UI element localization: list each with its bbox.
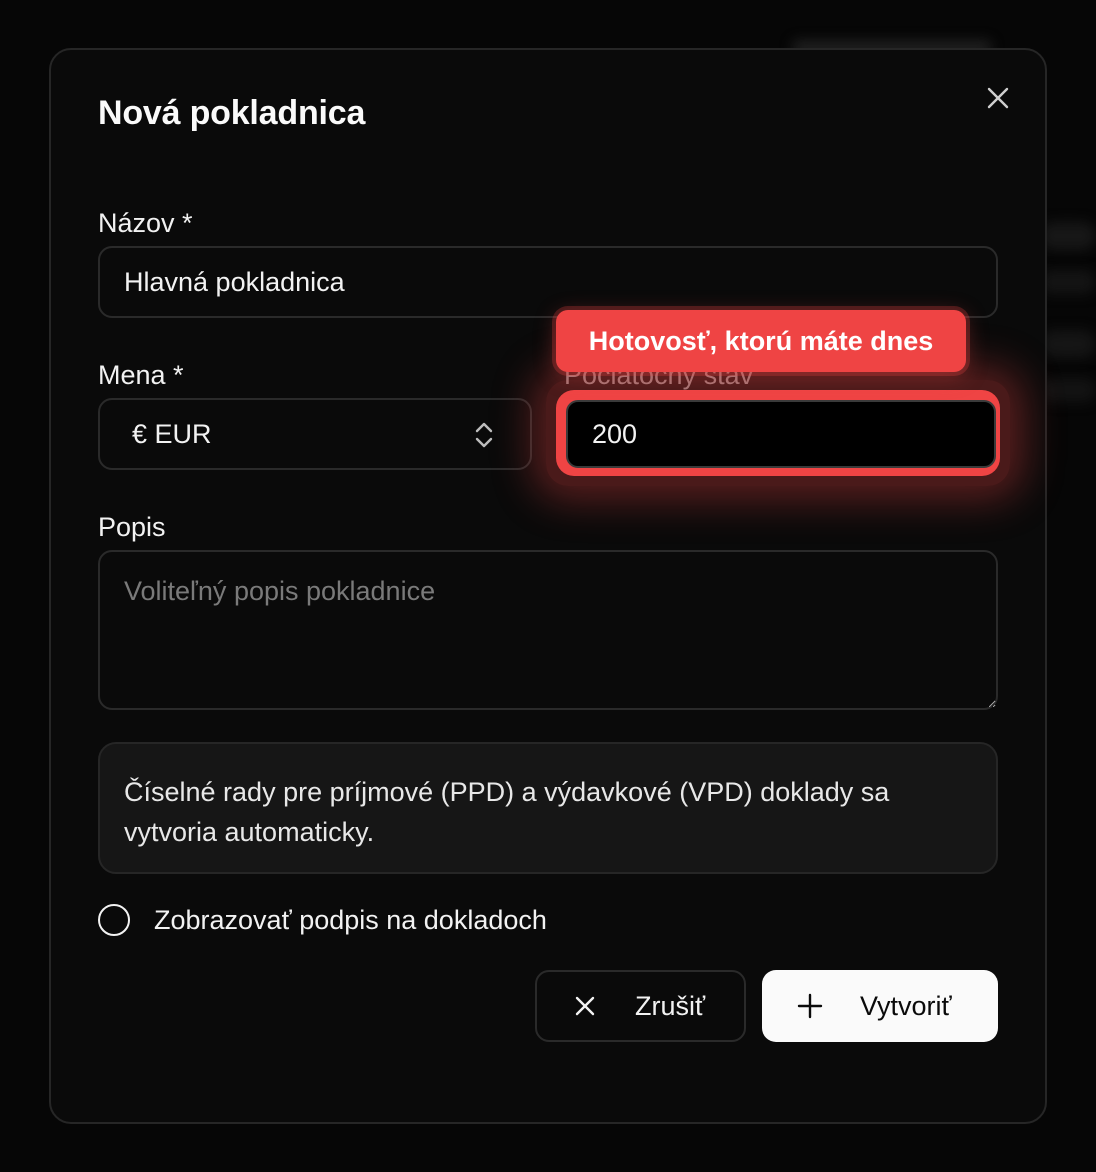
initial-balance-input[interactable] bbox=[566, 400, 996, 468]
signature-radio[interactable] bbox=[98, 904, 130, 936]
create-label: Vytvoriť bbox=[860, 990, 952, 1021]
background-blur-element bbox=[1040, 378, 1096, 402]
signature-option[interactable]: Zobrazovať podpis na dokladoch bbox=[98, 904, 547, 936]
x-icon bbox=[571, 992, 599, 1020]
create-button[interactable]: Vytvoriť bbox=[762, 970, 998, 1042]
cancel-label: Zrušiť bbox=[635, 990, 706, 1021]
close-icon bbox=[987, 87, 1009, 109]
balance-tooltip: Hotovosť, ktorú máte dnes bbox=[556, 310, 966, 372]
dialog-title: Nová pokladnica bbox=[98, 94, 366, 132]
signature-option-label: Zobrazovať podpis na dokladoch bbox=[154, 904, 547, 935]
currency-value: € EUR bbox=[132, 418, 212, 449]
background-blur-element bbox=[1040, 222, 1096, 250]
plus-icon bbox=[796, 992, 824, 1020]
background-blur-element bbox=[1040, 270, 1096, 294]
cancel-button[interactable]: Zrušiť bbox=[535, 970, 746, 1042]
name-input[interactable] bbox=[98, 246, 998, 318]
close-button[interactable] bbox=[983, 83, 1013, 113]
description-textarea[interactable] bbox=[98, 550, 998, 710]
chevron-up-down-icon bbox=[475, 422, 493, 448]
currency-select[interactable]: € EUR bbox=[98, 398, 532, 470]
currency-label: Mena * bbox=[98, 360, 184, 390]
info-note: Číselné rady pre príjmové (PPD) a výdavk… bbox=[98, 742, 998, 874]
name-label: Názov * bbox=[98, 208, 193, 238]
description-label: Popis bbox=[98, 512, 166, 542]
background-blur-element bbox=[1040, 330, 1096, 358]
